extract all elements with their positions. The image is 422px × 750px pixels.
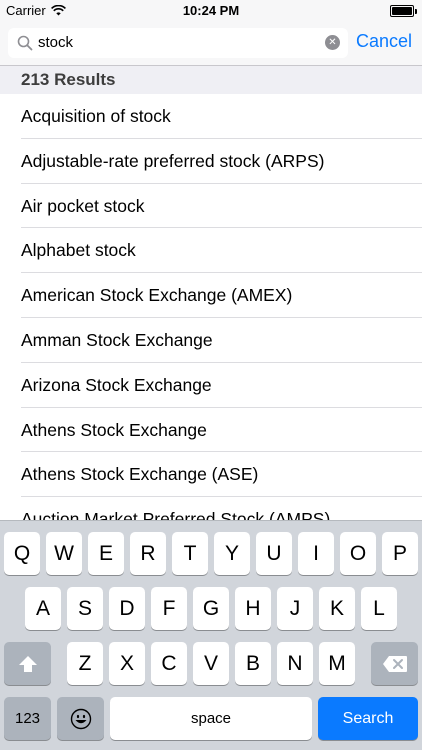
list-item[interactable]: Amman Stock Exchange — [0, 318, 422, 363]
key-z[interactable]: Z — [67, 642, 103, 685]
key-m[interactable]: M — [319, 642, 355, 685]
battery-fill — [392, 7, 412, 15]
status-bar: Carrier 10:24 PM — [0, 0, 422, 22]
key-t[interactable]: T — [172, 532, 208, 575]
list-item[interactable]: Auction Market Preferred Stock (AMPS) — [0, 497, 422, 520]
search-field[interactable]: ✕ — [8, 28, 348, 58]
emoji-icon — [70, 708, 91, 729]
delete-key[interactable] — [371, 642, 418, 685]
space-key[interactable]: space — [110, 697, 312, 740]
list-item[interactable]: Acquisition of stock — [0, 94, 422, 139]
key-e[interactable]: E — [88, 532, 124, 575]
key-u[interactable]: U — [256, 532, 292, 575]
shift-key[interactable] — [4, 642, 51, 685]
key-y[interactable]: Y — [214, 532, 250, 575]
key-b[interactable]: B — [235, 642, 271, 685]
key-c[interactable]: C — [151, 642, 187, 685]
key-h[interactable]: H — [235, 587, 271, 630]
key-o[interactable]: O — [340, 532, 376, 575]
key-p[interactable]: P — [382, 532, 418, 575]
key-v[interactable]: V — [193, 642, 229, 685]
list-item[interactable]: Athens Stock Exchange (ASE) — [0, 452, 422, 497]
key-n[interactable]: N — [277, 642, 313, 685]
key-s[interactable]: S — [67, 587, 103, 630]
key-x[interactable]: X — [109, 642, 145, 685]
list-item[interactable]: Air pocket stock — [0, 184, 422, 229]
key-g[interactable]: G — [193, 587, 229, 630]
battery-tip — [415, 9, 417, 14]
list-item[interactable]: Adjustable-rate preferred stock (ARPS) — [0, 139, 422, 184]
battery-icon — [390, 5, 417, 17]
list-item[interactable]: Alphabet stock — [0, 228, 422, 273]
key-q[interactable]: Q — [4, 532, 40, 575]
key-k[interactable]: K — [319, 587, 355, 630]
key-a[interactable]: A — [25, 587, 61, 630]
cancel-button[interactable]: Cancel — [356, 31, 412, 52]
key-w[interactable]: W — [46, 532, 82, 575]
backspace-icon — [382, 655, 407, 672]
search-key[interactable]: Search — [318, 697, 418, 740]
key-r[interactable]: R — [130, 532, 166, 575]
emoji-key[interactable] — [57, 697, 104, 740]
clear-search-icon[interactable]: ✕ — [325, 35, 340, 50]
key-j[interactable]: J — [277, 587, 313, 630]
search-bar: ✕ Cancel — [0, 22, 422, 66]
key-i[interactable]: I — [298, 532, 334, 575]
key-f[interactable]: F — [151, 587, 187, 630]
results-list[interactable]: Acquisition of stock Adjustable-rate pre… — [0, 94, 422, 520]
shift-icon — [18, 655, 37, 672]
key-l[interactable]: L — [361, 587, 397, 630]
key-d[interactable]: D — [109, 587, 145, 630]
list-item[interactable]: Athens Stock Exchange — [0, 408, 422, 453]
search-input[interactable] — [38, 34, 318, 51]
list-item[interactable]: Arizona Stock Exchange — [0, 363, 422, 408]
search-icon — [17, 35, 33, 51]
list-item[interactable]: American Stock Exchange (AMEX) — [0, 273, 422, 318]
results-count-header: 213 Results — [0, 66, 422, 94]
numbers-key[interactable]: 123 — [4, 697, 51, 740]
keyboard: Q W E R T Y U I O P A S D F G H J K L Z … — [0, 520, 422, 750]
status-time: 10:24 PM — [182, 3, 240, 18]
